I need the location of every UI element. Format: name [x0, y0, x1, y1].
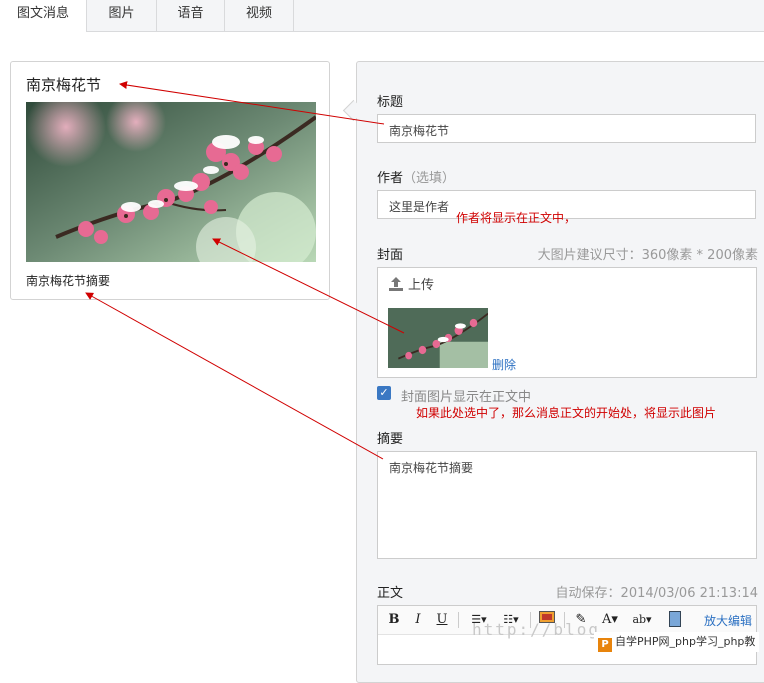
arrow-digest	[85, 292, 384, 460]
plum-blossom-thumbnail	[388, 308, 488, 368]
watermark-text: http://blog.	[472, 620, 612, 639]
tab-news[interactable]: 图文消息	[0, 0, 87, 32]
underline-icon[interactable]: U	[434, 611, 450, 629]
upload-label: 上传	[408, 278, 435, 293]
cover-annotation: 如果此处选中了，那么消息正文的开始处，将显示此图片	[416, 406, 717, 420]
tab-image[interactable]: 图片	[87, 0, 157, 31]
body-label: 正文	[377, 586, 404, 601]
tab-video[interactable]: 视频	[225, 0, 294, 31]
tab-voice[interactable]: 语音	[157, 0, 225, 31]
preview-card: 南京梅花节 南京梅花节摘要	[10, 61, 330, 300]
author-label: 作者（选填）	[377, 167, 455, 186]
upload-icon	[388, 276, 404, 296]
cover-label: 封面	[377, 248, 404, 263]
cover-size-hint: 大图片建议尺寸：360像素 * 200像素	[537, 248, 758, 263]
upload-button[interactable]: 上传	[388, 274, 434, 296]
highlight-icon[interactable]: ab▾	[628, 611, 656, 629]
delete-cover-link[interactable]: 删除	[492, 356, 516, 373]
site-logo-icon: P	[598, 638, 612, 652]
site-badge-text: 自学PHP网_php学习_php教	[615, 635, 756, 648]
preview-title: 南京梅花节	[26, 76, 102, 94]
author-label-text: 作者	[377, 171, 404, 186]
title-label: 标题	[377, 95, 404, 110]
autosave-status: 自动保存：2014/03/06 21:13:14	[555, 586, 758, 601]
tab-bar: 图文消息 图片 语音 视频	[0, 0, 764, 32]
format-icon[interactable]	[668, 611, 682, 629]
bold-icon[interactable]: B	[386, 611, 402, 629]
toolbar-separator	[458, 612, 459, 628]
zoom-edit-link[interactable]: 放大编辑	[704, 612, 752, 629]
plum-blossom-image	[26, 102, 316, 262]
site-badge: P 自学PHP网_php学习_php教	[594, 632, 760, 652]
author-optional-hint: （选填）	[403, 171, 456, 186]
show-cover-label: 封面图片显示在正文中	[401, 390, 532, 405]
cover-upload-box: 上传 删除	[377, 267, 757, 378]
preview-cover-image	[26, 102, 316, 262]
italic-icon[interactable]: I	[410, 611, 426, 629]
digest-label: 摘要	[377, 432, 404, 447]
show-cover-checkbox[interactable]: ✓	[377, 386, 391, 400]
digest-textarea[interactable]: 南京梅花节摘要	[377, 451, 757, 559]
author-annotation: 作者将显示在正文中，	[456, 211, 577, 225]
cover-thumbnail	[388, 308, 488, 368]
title-input[interactable]: 南京梅花节	[377, 114, 756, 143]
preview-digest: 南京梅花节摘要	[26, 274, 111, 288]
